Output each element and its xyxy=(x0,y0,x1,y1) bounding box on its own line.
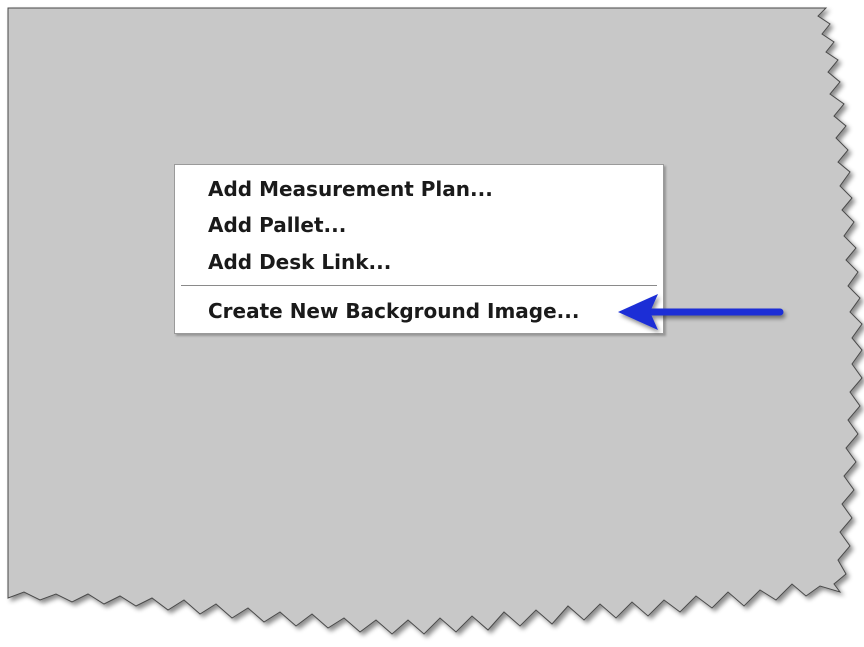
context-menu: Add Measurement Plan... Add Pallet... Ad… xyxy=(174,164,664,334)
menu-item-add-measurement-plan[interactable]: Add Measurement Plan... xyxy=(208,171,493,207)
menu-item-add-desk-link[interactable]: Add Desk Link... xyxy=(208,244,391,280)
annotation-arrow-icon xyxy=(618,294,784,330)
menu-separator xyxy=(181,285,657,287)
menu-item-add-pallet[interactable]: Add Pallet... xyxy=(208,207,346,243)
screenshot-stage: Add Measurement Plan... Add Pallet... Ad… xyxy=(0,0,864,647)
menu-item-create-new-background-image[interactable]: Create New Background Image... xyxy=(208,293,579,329)
